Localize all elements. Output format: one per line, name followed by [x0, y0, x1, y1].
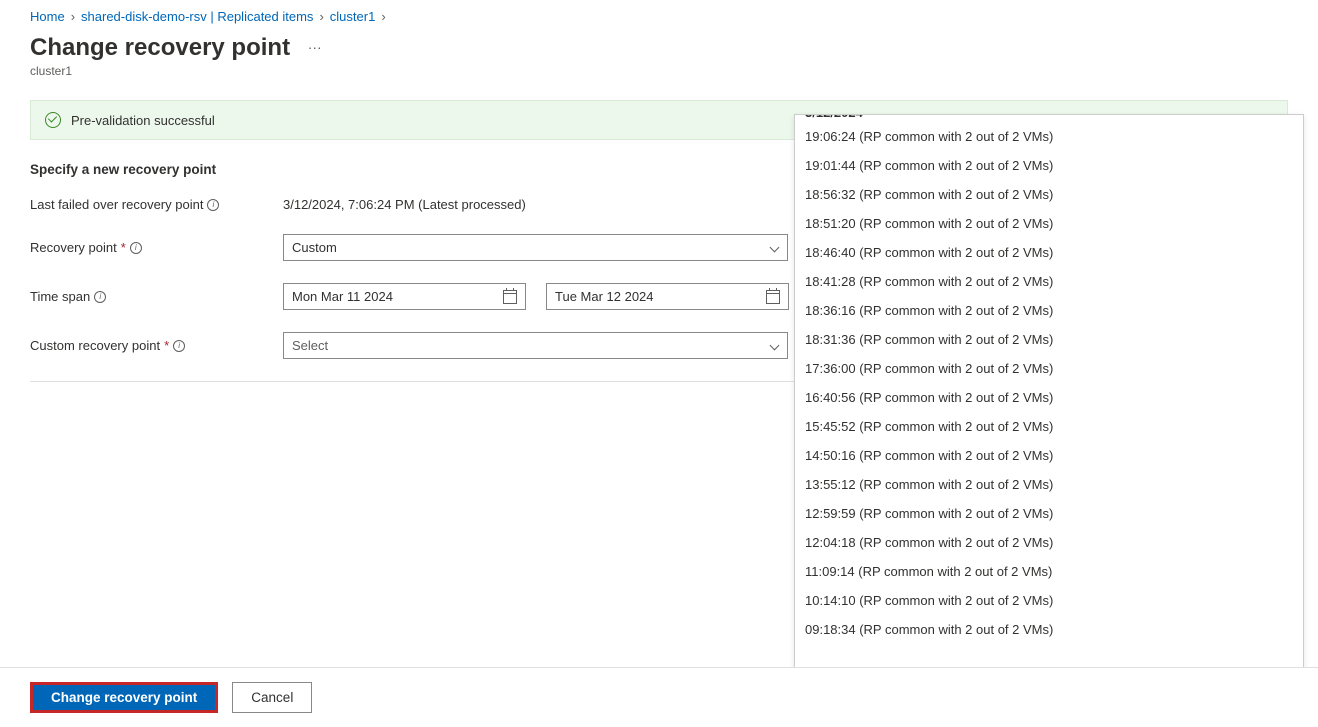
page-title: Change recovery point	[30, 34, 290, 62]
breadcrumb-rsv[interactable]: shared-disk-demo-rsv | Replicated items	[81, 9, 313, 24]
last-failed-label: Last failed over recovery point	[30, 197, 203, 212]
dropdown-item[interactable]: 19:01:44 (RP common with 2 out of 2 VMs)	[795, 151, 1303, 180]
breadcrumb-home[interactable]: Home	[30, 9, 65, 24]
change-recovery-point-button[interactable]: Change recovery point	[30, 682, 218, 713]
last-failed-value: 3/12/2024, 7:06:24 PM (Latest processed)	[283, 197, 793, 212]
dropdown-item[interactable]: 18:36:16 (RP common with 2 out of 2 VMs)	[795, 296, 1303, 325]
chevron-right-icon: ›	[71, 9, 75, 24]
recovery-point-dropdown[interactable]: 3/12/2024 19:06:24 (RP common with 2 out…	[794, 114, 1304, 712]
time-span-label: Time span	[30, 289, 90, 304]
dropdown-item[interactable]: 10:14:10 (RP common with 2 out of 2 VMs)	[795, 586, 1303, 615]
date-to-input[interactable]: Tue Mar 12 2024	[546, 283, 789, 310]
dropdown-item[interactable]: 18:41:28 (RP common with 2 out of 2 VMs)	[795, 267, 1303, 296]
check-circle-icon	[45, 112, 61, 128]
validation-message: Pre-validation successful	[71, 113, 215, 128]
dropdown-item[interactable]: 14:50:16 (RP common with 2 out of 2 VMs)	[795, 441, 1303, 470]
required-asterisk: *	[121, 240, 126, 255]
calendar-icon	[503, 290, 517, 304]
recovery-point-value: Custom	[292, 240, 337, 255]
custom-rp-select[interactable]: Select	[283, 332, 788, 359]
custom-rp-placeholder: Select	[292, 338, 328, 353]
dropdown-item[interactable]: 09:18:34 (RP common with 2 out of 2 VMs)	[795, 615, 1303, 644]
info-icon[interactable]	[94, 291, 106, 303]
dropdown-item[interactable]: 11:09:14 (RP common with 2 out of 2 VMs)	[795, 557, 1303, 586]
date-to-value: Tue Mar 12 2024	[555, 289, 654, 304]
dropdown-item[interactable]: 18:31:36 (RP common with 2 out of 2 VMs)	[795, 325, 1303, 354]
recovery-point-label: Recovery point	[30, 240, 117, 255]
dropdown-item[interactable]: 13:55:12 (RP common with 2 out of 2 VMs)	[795, 470, 1303, 499]
dropdown-item[interactable]: 18:46:40 (RP common with 2 out of 2 VMs)	[795, 238, 1303, 267]
info-icon[interactable]	[130, 242, 142, 254]
chevron-down-icon	[769, 245, 779, 251]
dropdown-item[interactable]: 12:59:59 (RP common with 2 out of 2 VMs)	[795, 499, 1303, 528]
custom-rp-label: Custom recovery point	[30, 338, 160, 353]
dropdown-date-header: 3/12/2024	[795, 114, 1303, 120]
chevron-right-icon: ›	[381, 9, 385, 24]
cancel-button[interactable]: Cancel	[232, 682, 312, 713]
page-subtitle: cluster1	[30, 64, 1288, 78]
breadcrumb: Home › shared-disk-demo-rsv | Replicated…	[0, 0, 1318, 30]
date-from-input[interactable]: Mon Mar 11 2024	[283, 283, 526, 310]
dropdown-item[interactable]: 18:51:20 (RP common with 2 out of 2 VMs)	[795, 209, 1303, 238]
info-icon[interactable]	[207, 199, 219, 211]
calendar-icon	[766, 290, 780, 304]
dropdown-item[interactable]: 12:04:18 (RP common with 2 out of 2 VMs)	[795, 528, 1303, 557]
dropdown-item[interactable]: 18:56:32 (RP common with 2 out of 2 VMs)	[795, 180, 1303, 209]
page-header: Change recovery point ··· cluster1	[0, 30, 1318, 84]
more-icon[interactable]: ···	[308, 39, 322, 55]
required-asterisk: *	[164, 338, 169, 353]
dropdown-item[interactable]: 16:40:56 (RP common with 2 out of 2 VMs)	[795, 383, 1303, 412]
recovery-point-select[interactable]: Custom	[283, 234, 788, 261]
date-from-value: Mon Mar 11 2024	[292, 289, 393, 304]
dropdown-item[interactable]: 15:45:52 (RP common with 2 out of 2 VMs)	[795, 412, 1303, 441]
info-icon[interactable]	[173, 340, 185, 352]
chevron-right-icon: ›	[319, 9, 323, 24]
dropdown-item[interactable]: 19:06:24 (RP common with 2 out of 2 VMs)	[795, 122, 1303, 151]
breadcrumb-cluster[interactable]: cluster1	[330, 9, 376, 24]
chevron-down-icon	[769, 343, 779, 349]
dropdown-item[interactable]: 17:36:00 (RP common with 2 out of 2 VMs)	[795, 354, 1303, 383]
footer: Change recovery point Cancel	[0, 667, 1318, 727]
